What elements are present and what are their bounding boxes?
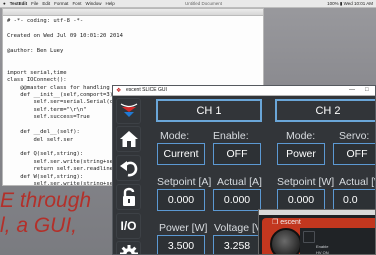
menu-app[interactable]: TextEdit — [10, 1, 27, 6]
menu-edit[interactable]: Edit — [42, 1, 50, 6]
menu-help[interactable]: Help — [105, 1, 114, 6]
ch2-servo-toggle[interactable]: OFF — [333, 143, 375, 165]
back-button[interactable] — [116, 155, 141, 181]
ch1-actual-value: 0.000 — [213, 189, 261, 211]
mac-menu-bar: ● TextEdit File Edit Format Font Window Help Un… — [0, 0, 376, 8]
ch1-header: CH 1 — [156, 99, 262, 122]
minimize-button[interactable]: — — [349, 86, 355, 95]
ch2-servo-label: Servo: — [339, 130, 370, 142]
mini-home-icon — [303, 231, 315, 243]
device-photo: ❐ escent Enable HV ON — [262, 218, 375, 255]
editor-titlebar[interactable] — [3, 9, 263, 16]
ch2-setpoint-label: Setpoint [W] — [277, 176, 335, 188]
device-mini-screen: Enable HV ON — [300, 228, 375, 255]
gui-window-title: escent SLICE GUI — [126, 87, 167, 93]
home-button[interactable] — [116, 126, 141, 152]
gear-icon — [119, 245, 138, 254]
mini-screen-line-2: HV ON — [316, 250, 329, 255]
menubar-status: 100% ▮ Wed 10:01 AM — [327, 1, 373, 6]
slide-text-line-1: E through — [0, 189, 92, 212]
mini-screen-line-1: Enable — [316, 244, 329, 249]
ch1-power-value: 3.500 — [157, 235, 205, 254]
ch2-mode-label: Mode: — [286, 130, 316, 142]
io-button[interactable]: I/O — [116, 213, 141, 239]
ch2-setpoint-input[interactable]: 0.000 — [277, 189, 325, 211]
device-knob — [270, 228, 302, 254]
menubar-center-title: Untitled Document — [185, 1, 223, 6]
logo-button[interactable] — [116, 98, 141, 124]
ch2-mode-select[interactable]: Power — [277, 143, 325, 165]
ch1-setpoint-input[interactable]: 0.000 — [157, 189, 205, 211]
maximize-button[interactable]: □ — [365, 86, 369, 95]
menu-font[interactable]: Font — [72, 1, 81, 6]
ch2-actual-label: Actual [W — [339, 176, 375, 188]
gui-titlebar[interactable]: ❖ escent SLICE GUI — □ — [113, 86, 375, 96]
slide-text-line-2: l, a GUI, — [0, 214, 78, 237]
apple-menu-icon[interactable]: ● — [3, 1, 6, 6]
ch1-power-label: Power [W] — [159, 222, 208, 234]
ch1-mode-select[interactable]: Current — [157, 143, 205, 165]
io-label: I/O — [120, 219, 137, 233]
photo-titlebar[interactable] — [259, 210, 375, 215]
ch1-enable-label: Enable: — [213, 130, 249, 142]
home-icon — [119, 131, 138, 147]
ch1-voltage-label: Voltage [V — [214, 222, 262, 234]
ch1-enable-toggle[interactable]: OFF — [213, 143, 261, 165]
menu-file[interactable]: File — [31, 1, 38, 6]
device-photo-window[interactable]: ❐ escent Enable HV ON — [258, 209, 376, 255]
back-arrow-icon — [119, 161, 137, 177]
device-brand-label: ❐ escent — [272, 219, 301, 226]
ch1-actual-label: Actual [A] — [217, 176, 262, 188]
lock-button[interactable] — [116, 184, 141, 210]
ch2-header: CH 2 — [275, 99, 375, 122]
ch1-voltage-value: 3.258 — [213, 235, 261, 254]
escent-logo-icon — [120, 103, 137, 117]
ch2-actual-value: 0.0 — [333, 189, 375, 211]
menu-window[interactable]: Window — [85, 1, 101, 6]
ch1-mode-label: Mode: — [160, 130, 190, 142]
escent-app-icon: ❖ — [116, 88, 122, 94]
settings-button[interactable] — [116, 241, 141, 254]
menu-format[interactable]: Format — [54, 1, 68, 6]
ch1-setpoint-label: Setpoint [A] — [157, 176, 212, 188]
unlocked-padlock-icon — [122, 187, 135, 206]
